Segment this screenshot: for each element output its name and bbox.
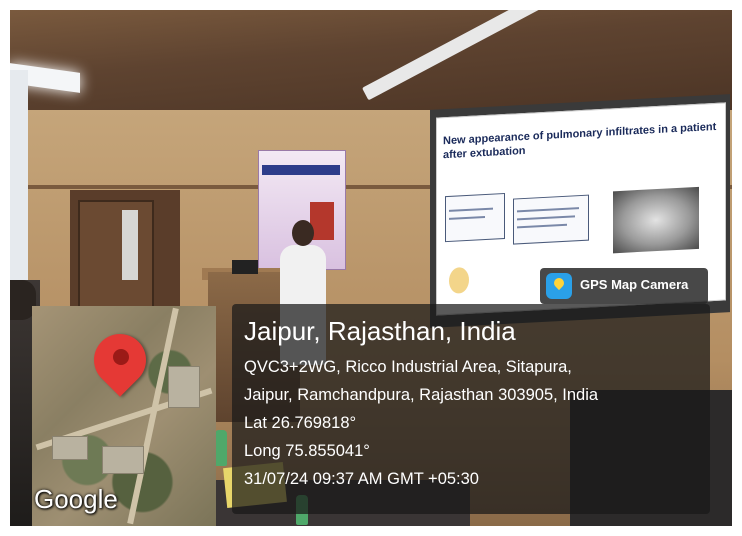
longitude: Long 75.855041° xyxy=(244,442,370,460)
location-info-panel: Jaipur, Rajasthan, India QVC3+2WG, Ricco… xyxy=(232,304,710,514)
speaker-head xyxy=(292,220,314,246)
gps-badge-label: GPS Map Camera xyxy=(580,277,689,292)
latitude: Lat 26.769818° xyxy=(244,414,357,432)
gps-map-camera-app-icon xyxy=(546,273,572,299)
timestamp: 31/07/24 09:37 AM GMT +05:30 xyxy=(244,470,479,488)
location-pin-icon xyxy=(551,275,567,291)
satellite-map-thumbnail: Google xyxy=(32,306,216,526)
map-building xyxy=(102,446,144,474)
map-pin-center xyxy=(113,349,129,365)
banner-header-band xyxy=(262,165,340,175)
gps-map-camera-badge: GPS Map Camera xyxy=(540,268,708,304)
slide-title: New appearance of pulmonary infiltrates … xyxy=(443,120,717,162)
event-photo: New appearance of pulmonary infiltrates … xyxy=(10,10,732,526)
address-line-1: QVC3+2WG, Ricco Industrial Area, Sitapur… xyxy=(244,358,572,376)
door-window xyxy=(122,210,138,280)
window xyxy=(10,70,28,290)
map-building xyxy=(52,436,88,460)
google-logo: Google xyxy=(34,484,118,514)
map-building xyxy=(168,366,200,408)
water-bottle xyxy=(215,430,227,466)
slide-illustration xyxy=(449,266,469,294)
address-line-2: Jaipur, Ramchandpura, Rajasthan 303905, … xyxy=(244,386,599,404)
laptop xyxy=(232,260,258,274)
location-title: Jaipur, Rajasthan, India xyxy=(244,316,516,346)
chest-xray-image xyxy=(613,186,699,254)
